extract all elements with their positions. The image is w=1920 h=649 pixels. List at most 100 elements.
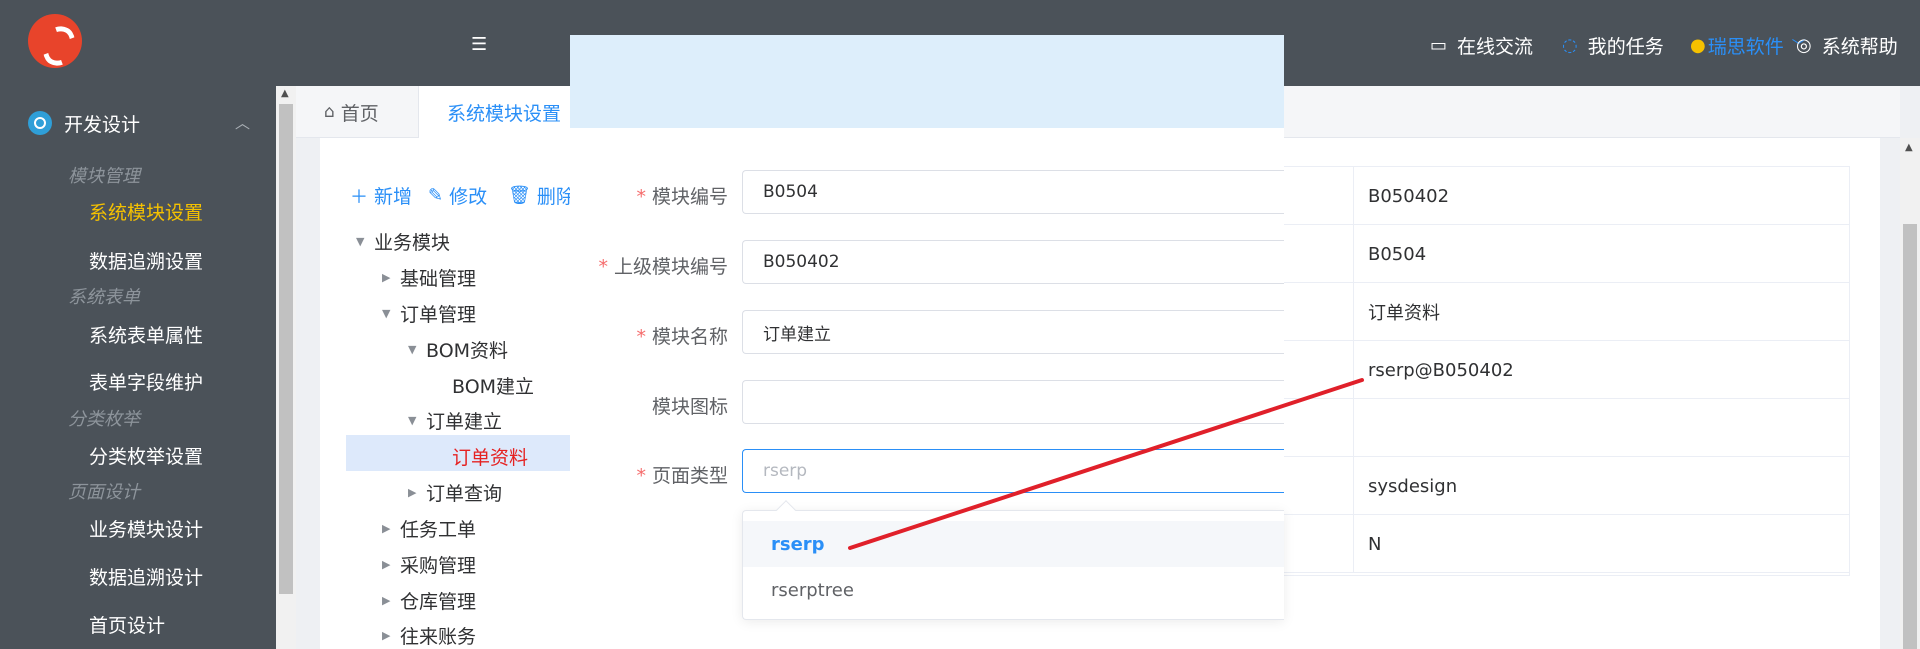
tree-node-order-query[interactable]: ▶ 订单查询 (408, 479, 502, 506)
parent-code-input[interactable]: B050402 (742, 240, 1284, 284)
table-cell: N (1353, 515, 1849, 573)
tree-node-order-mgmt[interactable]: ▼ 订单管理 (382, 300, 476, 327)
tree-node-task-order[interactable]: ▶ 任务工单 (382, 515, 476, 542)
collapse-sidebar-icon[interactable]: ☰ (471, 34, 487, 55)
system-help-link[interactable]: ◎ 系统帮助 (1796, 32, 1898, 59)
sidebar-item-data-trace-design[interactable]: 数据追溯设计 (89, 563, 203, 590)
tree-node-label: 业务模块 (374, 232, 451, 254)
tree-node-order-data[interactable]: 订单资料 (434, 443, 528, 470)
add-button[interactable]: ＋ 新增 (350, 182, 412, 209)
detail-table: B050402 B0504 订单资料 rserp@B050402 sysdesi… (1280, 166, 1850, 576)
caret-right-icon[interactable]: ▶ (408, 486, 426, 499)
tab-home[interactable]: ⌂ 首页 (296, 86, 407, 138)
table-cell: B050402 (1353, 167, 1849, 225)
sidebar-section-enums: 分类枚举 (68, 409, 140, 430)
sidebar-group-dev-design[interactable]: 开发设计 ︿ (28, 108, 258, 138)
tree-node-label: 往来账务 (400, 626, 477, 648)
tree-node-root[interactable]: ▼ 业务模块 (356, 228, 450, 255)
tree-node-accounts[interactable]: ▶ 往来账务 (382, 622, 476, 649)
tree-node-warehouse-mgmt[interactable]: ▶ 仓库管理 (382, 587, 476, 614)
online-chat-link[interactable]: ▭ 在线交流 (1430, 32, 1533, 59)
left-scrollbar[interactable]: ▲ (276, 86, 296, 649)
module-code-input[interactable]: B0504 (742, 170, 1284, 214)
table-cell: B0504 (1353, 225, 1849, 283)
sidebar-section-page-design: 页面设计 (68, 482, 140, 503)
tree-node-bom[interactable]: ▼ BOM资料 (408, 336, 508, 363)
caret-right-icon[interactable]: ▶ (382, 558, 400, 571)
edit-button[interactable]: ✎ 修改 (428, 182, 487, 209)
caret-right-icon[interactable]: ▶ (382, 594, 400, 607)
right-scrollbar[interactable]: ▲ (1900, 138, 1920, 649)
table-row: N (1281, 515, 1849, 573)
dropdown-option-rserptree[interactable]: rserptree (743, 567, 1284, 613)
module-code-value: B0504 (763, 182, 818, 202)
tree-node-label: BOM建立 (452, 376, 535, 398)
sidebar-item-system-module-settings[interactable]: 系统模块设置 (89, 198, 203, 225)
table-row (1281, 399, 1849, 457)
add-label: 新增 (374, 186, 413, 208)
module-name-input[interactable]: 订单建立 (742, 310, 1284, 354)
tree-node-label: 订单管理 (400, 304, 477, 326)
table-cell: rserp@B050402 (1353, 341, 1849, 399)
page-type-dropdown: rserp rserptree (742, 500, 1284, 620)
sidebar-item-data-trace-settings[interactable]: 数据追溯设置 (89, 247, 203, 274)
sidebar-item-home-design[interactable]: 首页设计 (89, 611, 165, 638)
table-row: sysdesign (1281, 457, 1849, 515)
user-menu[interactable]: ● 瑞思软件 ﹀ (1690, 32, 1806, 59)
sidebar-item-biz-module-design[interactable]: 业务模块设计 (89, 515, 203, 542)
form-dialog-header (570, 35, 1284, 128)
caret-down-icon[interactable]: ▼ (408, 414, 426, 427)
module-icon-input[interactable] (742, 380, 1284, 424)
scrollbar-thumb[interactable] (279, 104, 293, 594)
sidebar-item-system-form-props[interactable]: 系统表单属性 (89, 321, 203, 348)
table-cell (1353, 399, 1849, 457)
caret-down-icon[interactable]: ▼ (356, 235, 374, 248)
tab-system-module-settings[interactable]: 系统模块设置 (418, 86, 591, 139)
sidebar-group-label: 开发设计 (64, 113, 141, 136)
caret-down-icon[interactable]: ▼ (382, 307, 400, 320)
tree-node-order-create[interactable]: ▼ 订单建立 (408, 407, 502, 434)
pencil-icon: ✎ (428, 185, 444, 206)
table-row: 订单资料 (1281, 283, 1849, 341)
table-row: B0504 (1281, 225, 1849, 283)
page-type-placeholder: rserp (763, 461, 808, 481)
caret-right-icon[interactable]: ▶ (382, 522, 400, 535)
tree-node-purchase-mgmt[interactable]: ▶ 采购管理 (382, 551, 476, 578)
tree-node-label: 采购管理 (400, 555, 477, 577)
delete-button[interactable]: 🗑 删除 (508, 182, 575, 209)
parent-code-label: * 上级模块编号 (598, 256, 728, 278)
dropdown-option-rserp[interactable]: rserp (743, 521, 1284, 567)
user-name: 瑞思软件 (1707, 36, 1784, 58)
page-type-label: * 页面类型 (636, 465, 728, 487)
caret-down-icon[interactable]: ▼ (408, 343, 426, 356)
module-name-value: 订单建立 (763, 324, 831, 345)
system-help-label: 系统帮助 (1821, 36, 1898, 58)
parent-code-value: B050402 (763, 252, 840, 272)
scroll-up-icon[interactable]: ▲ (1905, 142, 1913, 153)
caret-right-icon[interactable]: ▶ (382, 271, 400, 284)
sidebar-section-system-forms: 系统表单 (68, 287, 140, 308)
sidebar-section-module-mgmt: 模块管理 (68, 166, 140, 187)
caret-right-icon[interactable]: ▶ (382, 629, 400, 642)
tab-home-label: 首页 (340, 102, 379, 125)
my-tasks-label: 我的任务 (1587, 36, 1664, 58)
table-cell: sysdesign (1353, 457, 1849, 515)
sidebar-item-enum-settings[interactable]: 分类枚举设置 (89, 442, 203, 469)
sidebar-item-form-field-maint[interactable]: 表单字段维护 (89, 368, 203, 395)
home-icon: ⌂ (324, 102, 335, 122)
tree-node-label: 订单建立 (426, 411, 503, 433)
tree-node-basic-mgmt[interactable]: ▶ 基础管理 (382, 264, 476, 291)
scroll-up-icon[interactable]: ▲ (281, 88, 289, 99)
module-name-label: * 模块名称 (636, 326, 728, 348)
clock-icon: ◌ (1562, 35, 1578, 56)
my-tasks-link[interactable]: ◌ 我的任务 (1562, 32, 1664, 59)
online-chat-label: 在线交流 (1457, 36, 1534, 58)
scrollbar-thumb[interactable] (1903, 224, 1917, 649)
tree-node-label: 任务工单 (400, 519, 477, 541)
tree-node-bom-create[interactable]: BOM建立 (434, 372, 534, 399)
tab-active-label: 系统模块设置 (447, 103, 562, 125)
trash-icon: 🗑 (508, 185, 531, 206)
table-row: B050402 (1281, 167, 1849, 225)
tree-node-label: BOM资料 (426, 340, 509, 362)
page-type-select[interactable]: rserp (742, 449, 1284, 493)
